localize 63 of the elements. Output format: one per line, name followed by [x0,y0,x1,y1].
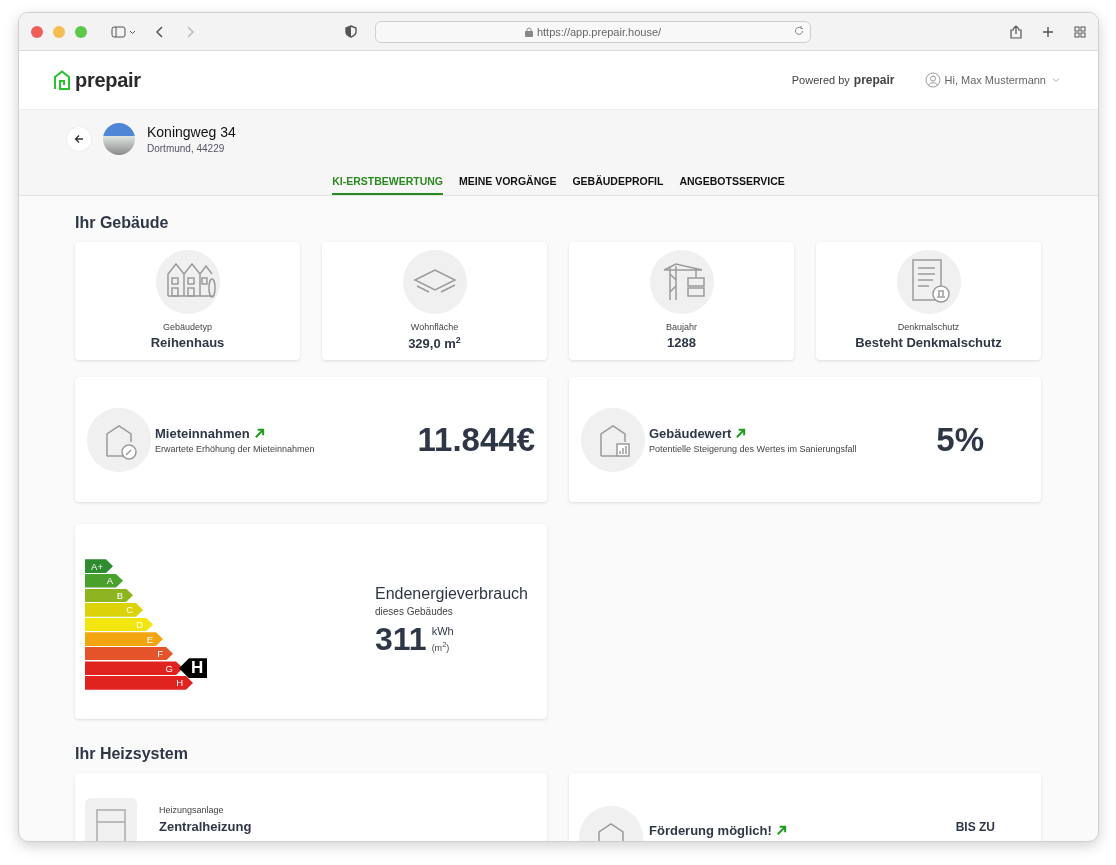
energy-class-bar: A+ [85,559,113,573]
plus-icon[interactable] [1042,25,1054,38]
energy-class-bar: F [85,646,173,661]
heating-value: Zentralheizung [159,818,252,834]
energy-unit: kWh [431,625,454,637]
fact-label: Wohnfläche [410,322,459,332]
energy-class-bar: D [85,617,153,632]
stat-value: 11.844€ [417,420,535,459]
energy-subtitle: dieses Gebäudes [375,606,454,617]
energy-class-bar: E [85,632,163,646]
stat-description: Potentielle Steigerung des Wertes im Sanierungsfall [649,443,858,454]
tab-overview-icon[interactable] [1074,25,1086,38]
back-button[interactable] [67,127,91,151]
lock-icon [524,26,533,37]
stat-value: 5% [936,420,984,459]
house-photo-placeholder [103,123,135,155]
fact-label: Baujahr [666,322,697,332]
trend-up-icon [775,824,787,836]
energy-class-bar: C [85,603,143,617]
property-title: Koningweg 34 [147,124,236,140]
left-arrow-icon [74,134,84,144]
logo-wordmark[interactable]: prepair [75,68,141,92]
trend-up-icon [735,427,747,439]
stat-description: Erwartete Erhöhung der Mieteinnahmen [155,443,316,454]
nav-tab[interactable]: ANGEBOTSSERVICE [679,169,785,195]
section-heading: Ihr Heizsystem [75,745,189,763]
nav-tab[interactable]: KI-ERSTBEWERTUNG [332,169,443,195]
energy-value: 311 [375,621,427,658]
heating-label: Heizungsanlage [159,804,225,815]
energy-class-bar: A [85,573,123,588]
fact-value: 1288 [667,335,696,350]
user-avatar-icon[interactable] [924,72,941,88]
stat-title: Mieteinnahmen [155,425,250,441]
energy-title: Endenergieverbrauch [375,585,528,603]
close-window-button[interactable] [31,25,43,38]
fact-value: 329,0 m$^{2}$ [408,335,461,352]
trend-up-icon [253,427,265,439]
nav-tab[interactable]: MEINE VORGÄNGE [459,169,557,195]
nav-tab[interactable]: GEBÄUDEPROFIL [572,169,664,195]
fact-label: Gebäudetyp [162,322,212,332]
fact-value: Besteht Denkmalschutz [855,335,1002,350]
energy-class-bar: H [85,676,193,690]
energy-class-bar: G [85,661,183,676]
reload-icon[interactable] [794,25,804,36]
sidebar-icon[interactable] [111,25,137,38]
energy-unit-area: (m$^{2}$) [431,640,454,653]
stat-title: Gebäudewert [649,425,732,441]
property-address: Dortmund, 44229 [147,143,226,154]
section-heading: Ihr Gebäude [75,214,170,232]
powered-by-label: Powered by [791,74,850,86]
share-icon[interactable] [1010,24,1022,39]
energy-class-bar: B [85,588,133,603]
zoom-window-button[interactable] [75,25,87,38]
fact-label: Denkmalschutz [897,322,960,332]
brand-wordmark: prepair [853,73,895,87]
funding-prefix: BIS ZU [955,820,995,834]
address-field[interactable]: https://app.prepair.house/ [375,20,811,43]
energy-rating-marker: H [179,658,208,679]
shield-icon[interactable] [345,25,357,38]
house-logo-icon [53,70,71,90]
user-menu[interactable]: Hi, Max Mustermann [944,74,1046,86]
fact-value: Reihenhaus [150,335,225,350]
funding-title: Förderung möglich! [649,822,772,838]
